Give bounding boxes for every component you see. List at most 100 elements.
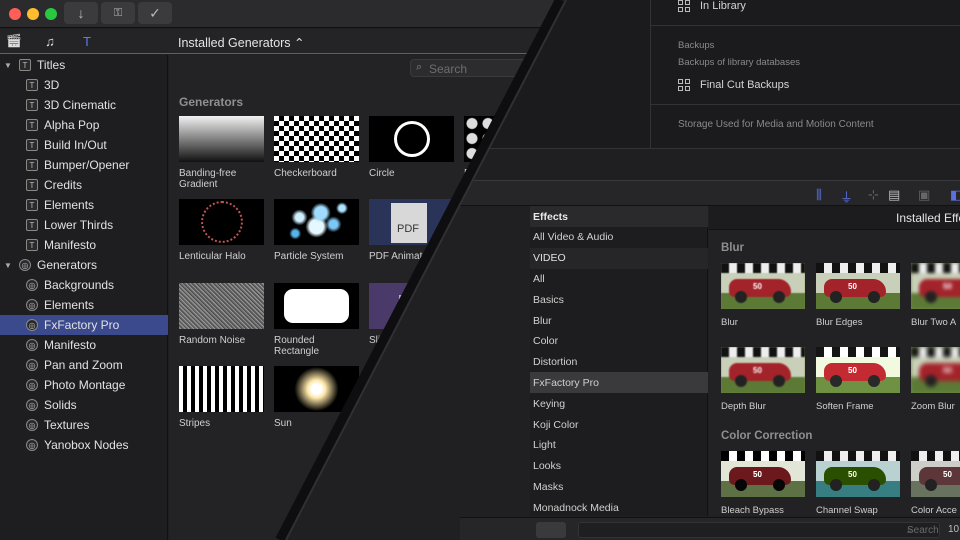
effects-category-item[interactable]: Blur <box>530 310 708 331</box>
browser-title-label: Installed Generators <box>178 36 291 50</box>
close-window-button[interactable] <box>9 8 21 20</box>
sidebar-item[interactable]: T Build In/Out <box>0 135 168 155</box>
effects-category-item[interactable]: All <box>530 268 708 289</box>
generators-sidebar: ▼ T Titles T 3D T 3D Cinematic T Alpha Pop T Build… <box>0 55 168 540</box>
sidebar-item[interactable]: ▼ ◎ Generators <box>0 255 168 275</box>
generator-tile-label: Random Noise <box>179 335 246 346</box>
generator-tile[interactable]: Particle System <box>274 199 359 262</box>
browser-title-popup[interactable]: Installed Generators ⌃ <box>178 35 305 50</box>
clapper-icon: 🎬︎ <box>5 33 23 48</box>
title-icon: T <box>26 199 38 211</box>
generator-tile-label: Gradient <box>179 179 218 190</box>
in-library-option[interactable]: In Library <box>678 0 746 12</box>
snapping-icon[interactable]: ⊹ <box>868 187 879 203</box>
effects-count: 10 <box>948 524 960 535</box>
effects-category-item[interactable]: All Video & Audio <box>530 227 708 248</box>
sidebar-item[interactable]: ◎ Solids <box>0 395 168 415</box>
minimize-window-button[interactable] <box>27 8 39 20</box>
effect-tile[interactable]: 50 Depth Blur <box>721 347 805 412</box>
disclosure-triangle-icon[interactable]: ▼ <box>3 61 13 70</box>
title-icon: T <box>26 99 38 111</box>
keywords-button[interactable]: ⚿ <box>101 2 135 24</box>
effects-category-item[interactable]: Looks <box>530 456 708 477</box>
effects-category-item[interactable]: Basics <box>530 289 708 310</box>
sidebar-item-label: Pan and Zoom <box>44 358 123 372</box>
generator-tile[interactable]: Checkerboard <box>274 116 359 179</box>
disclosure-triangle-icon[interactable]: ▼ <box>3 261 13 270</box>
effects-category-item[interactable]: Masks <box>530 476 708 497</box>
sidebar-item-label: Photo Montage <box>44 378 126 392</box>
audio-waveform-icon[interactable]: ⏚ <box>840 187 853 206</box>
photos-audio-tab[interactable]: ♫ <box>41 32 59 50</box>
effects-category-item[interactable]: FxFactory Pro <box>530 372 708 394</box>
sidebar-item-label: Manifesto <box>44 238 97 252</box>
effect-tile[interactable]: 50 Blur Edges <box>816 263 900 328</box>
effect-tile-label: Blur Edges <box>816 317 863 328</box>
sidebar-item[interactable]: ◎ Pan and Zoom <box>0 355 168 375</box>
grid-icon <box>678 79 690 91</box>
effects-category-item[interactable]: Monadnock Media <box>530 497 708 518</box>
effects-category-item[interactable]: VIDEO <box>530 247 708 269</box>
effects-browser-icon[interactable]: ◧ <box>950 187 960 203</box>
sidebar-item[interactable]: ◎ FxFactory Pro <box>0 315 168 335</box>
import-button[interactable]: ↓ <box>64 2 98 24</box>
sidebar-item[interactable]: ▼ T Titles <box>0 55 168 75</box>
sidebar-item[interactable]: T Credits <box>0 175 168 195</box>
generator-tile[interactable]: Circle <box>369 116 454 179</box>
sidebar-item[interactable]: T 3D <box>0 75 168 95</box>
sidebar-toggle-button[interactable] <box>536 522 566 538</box>
search-icon: ⌕ <box>416 61 423 73</box>
effect-tile[interactable]: 50 Zoom Blur <box>911 347 960 412</box>
generator-thumbnail <box>179 366 264 412</box>
sidebar-item[interactable]: ◎ Photo Montage <box>0 375 168 395</box>
sidebar-item[interactable]: T Elements <box>0 195 168 215</box>
sidebar-item[interactable]: ◎ Elements <box>0 295 168 315</box>
sidebar-item[interactable]: T Bumper/Opener <box>0 155 168 175</box>
effects-category-item[interactable]: Color <box>530 331 708 352</box>
sidebar-item[interactable]: ◎ Textures <box>0 415 168 435</box>
background-tasks-button[interactable]: ✓ <box>138 2 172 24</box>
sidebar-item[interactable]: T Manifesto <box>0 235 168 255</box>
clip-appearance-icon[interactable]: ▤ <box>888 187 900 203</box>
sidebar-item[interactable]: T 3D Cinematic <box>0 95 168 115</box>
effects-category-item[interactable]: Light <box>530 435 708 456</box>
race-car-thumbnail: 50 <box>816 263 900 309</box>
generator-tile[interactable]: Banding-free Gradient <box>179 116 264 190</box>
libraries-tab[interactable]: 🎬︎ <box>5 32 23 50</box>
generator-tile[interactable]: Random Noise <box>179 283 264 346</box>
audio-skimming-icon[interactable]: ⫼ <box>816 187 822 203</box>
effects-category-item[interactable]: Keying <box>530 393 708 414</box>
sidebar-item[interactable]: T Alpha Pop <box>0 115 168 135</box>
effect-tile[interactable]: 50 Blur Two A <box>911 263 960 328</box>
effects-category-item[interactable]: Koji Color <box>530 414 708 435</box>
generator-icon: ◎ <box>26 399 38 411</box>
effect-tile[interactable]: 50 Soften Frame <box>816 347 900 412</box>
generator-tile[interactable]: Lenticular Halo <box>179 199 264 262</box>
race-car-thumbnail: 50 <box>911 451 960 497</box>
effect-tile[interactable]: 50 Blur <box>721 263 805 328</box>
music-photo-icon: ♫ <box>45 33 55 49</box>
effect-tile[interactable]: 50 Color Acce <box>911 451 960 516</box>
effect-tile-label: Soften Frame <box>816 401 874 412</box>
titles-generators-tab[interactable]: T <box>78 32 96 50</box>
final-cut-backups-option[interactable]: Final Cut Backups <box>678 79 789 91</box>
sidebar-item[interactable]: ◎ Yanobox Nodes <box>0 435 168 455</box>
effect-tile[interactable]: 50 Channel Swap <box>816 451 900 516</box>
generator-tile[interactable]: Rounded Rectangle <box>274 283 359 357</box>
effect-tile[interactable]: 50 Bleach Bypass <box>721 451 805 516</box>
sidebar-item-label: Bumper/Opener <box>44 158 130 172</box>
effects-search-input[interactable]: ⌕ Search <box>578 522 940 538</box>
generator-tile[interactable]: Stripes <box>179 366 264 429</box>
index-icon[interactable]: ▣ <box>918 187 930 203</box>
race-car-thumbnail: 50 <box>721 347 805 393</box>
zoom-window-button[interactable] <box>45 8 57 20</box>
effects-category-item[interactable]: Distortion <box>530 352 708 373</box>
sidebar-item-label: Credits <box>44 178 83 192</box>
effects-header: Installed Effects <box>709 206 960 230</box>
search-placeholder: Search <box>429 62 468 76</box>
timeline-toolbar: ⫼ ⏚ ⊹ ▤ ▣ ◧ <box>460 180 960 206</box>
sidebar-item[interactable]: ◎ Backgrounds <box>0 275 168 295</box>
generator-thumbnail <box>179 116 264 162</box>
sidebar-item[interactable]: ◎ Manifesto <box>0 335 168 355</box>
sidebar-item[interactable]: T Lower Thirds <box>0 215 168 235</box>
